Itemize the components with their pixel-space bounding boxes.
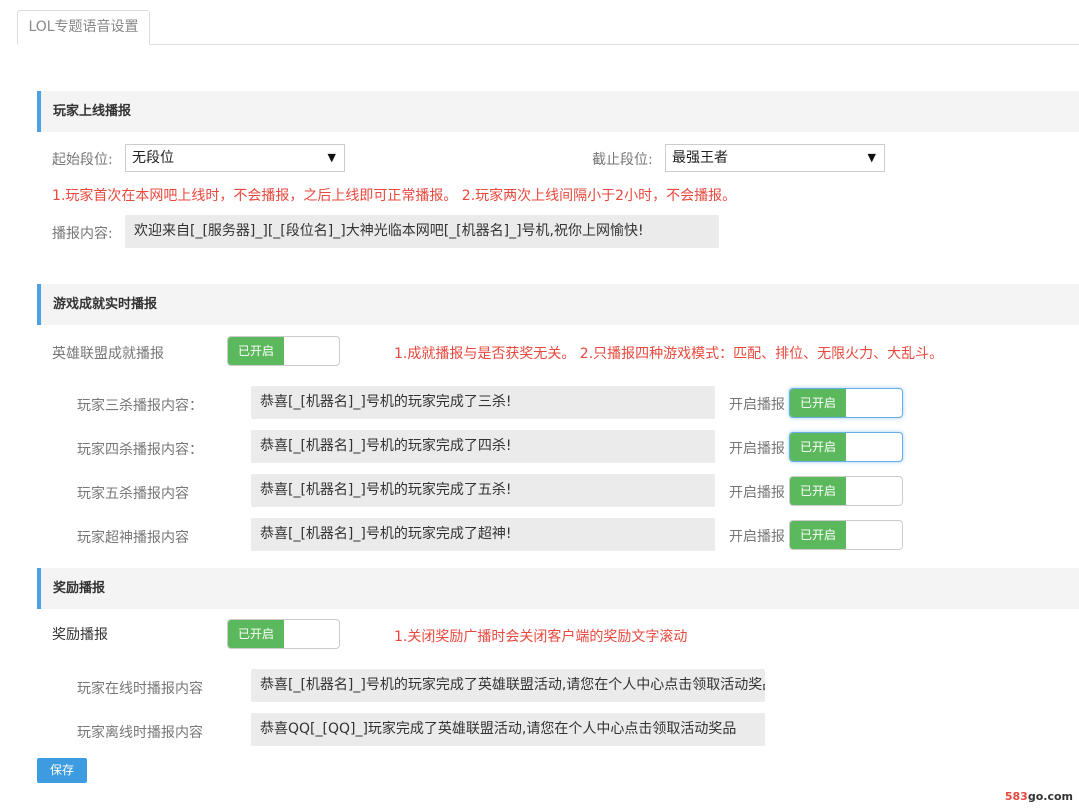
online-note: 1.玩家首次在本网吧上线时，不会播报，之后上线即可正常播报。 2.玩家两次上线间… [52, 188, 737, 204]
online-content-label: 播报内容: [52, 226, 113, 242]
online-content-field[interactable]: 欢迎来自[_[服务器]_][_[段位名]_]大神光临本网吧[_[机器名]_]号机… [125, 215, 719, 248]
toggle-on-label: 已开启 [790, 433, 846, 461]
legendary-content-field[interactable]: 恭喜[_[机器名]_]号机的玩家完成了超神! [251, 518, 715, 551]
legendary-enable-label: 开启播报 [729, 529, 785, 545]
quadra-kill-content-field[interactable]: 恭喜[_[机器名]_]号机的玩家完成了四杀! [251, 430, 715, 463]
achievement-main-toggle[interactable]: 已开启 [227, 336, 340, 366]
triple-kill-label: 玩家三杀播报内容： [77, 398, 203, 414]
penta-kill-enable-label: 开启播报 [729, 485, 785, 501]
watermark-prefix: 583 [1004, 790, 1028, 803]
section-online-broadcast-title: 玩家上线播报 [37, 91, 1079, 132]
quadra-kill-label: 玩家四杀播报内容： [77, 442, 203, 458]
save-button[interactable]: 保存 [37, 758, 87, 783]
toggle-on-label: 已开启 [228, 620, 284, 648]
reward-offline-label: 玩家离线时播报内容 [77, 725, 203, 741]
triple-kill-toggle[interactable]: 已开启 [789, 388, 903, 418]
watermark-suffix: go.com [1027, 790, 1073, 803]
triple-kill-content-field[interactable]: 恭喜[_[机器名]_]号机的玩家完成了三杀! [251, 386, 715, 419]
toggle-on-label: 已开启 [790, 389, 846, 417]
end-rank-label: 截止段位: [592, 152, 653, 168]
legendary-label: 玩家超神播报内容 [77, 530, 189, 546]
penta-kill-content-field[interactable]: 恭喜[_[机器名]_]号机的玩家完成了五杀! [251, 474, 715, 507]
toggle-on-label: 已开启 [790, 477, 846, 505]
reward-main-label: 奖励播报 [52, 627, 108, 643]
tab-bar-line [17, 44, 1079, 45]
achievement-main-label: 英雄联盟成就播报 [52, 346, 164, 362]
reward-online-content-field[interactable]: 恭喜[_[机器名]_]号机的玩家完成了英雄联盟活动,请您在个人中心点击领取活动奖… [251, 669, 765, 702]
section-achievement-title: 游戏成就实时播报 [37, 284, 1079, 325]
quadra-kill-enable-label: 开启播报 [729, 441, 785, 457]
watermark: 583go.com [1005, 790, 1073, 803]
tab-lol-voice-settings[interactable]: LOL专题语音设置 [17, 10, 150, 45]
dropdown-arrow-icon: ▼ [867, 151, 876, 164]
quadra-kill-toggle[interactable]: 已开启 [789, 432, 903, 462]
start-rank-label: 起始段位: [52, 152, 113, 168]
dropdown-arrow-icon: ▼ [327, 151, 336, 164]
reward-offline-content-field[interactable]: 恭喜QQ[_[QQ]_]玩家完成了英雄联盟活动,请您在个人中心点击领取活动奖品 [251, 713, 765, 746]
penta-kill-toggle[interactable]: 已开启 [789, 476, 903, 506]
legendary-toggle[interactable]: 已开启 [789, 520, 903, 550]
section-reward-title: 奖励播报 [37, 568, 1079, 609]
toggle-on-label: 已开启 [790, 521, 846, 549]
start-rank-select[interactable]: 无段位 ▼ [125, 144, 345, 172]
reward-main-toggle[interactable]: 已开启 [227, 619, 340, 649]
triple-kill-enable-label: 开启播报 [729, 397, 785, 413]
achievement-note: 1.成就播报与是否获奖无关。 2.只播报四种游戏模式：匹配、排位、无限火力、大乱… [394, 346, 944, 362]
toggle-on-label: 已开启 [228, 337, 284, 365]
penta-kill-label: 玩家五杀播报内容 [77, 486, 189, 502]
reward-note: 1.关闭奖励广播时会关闭客户端的奖励文字滚动 [394, 629, 688, 645]
start-rank-value: 无段位 [132, 150, 174, 166]
end-rank-value: 最强王者 [672, 150, 728, 166]
end-rank-select[interactable]: 最强王者 ▼ [665, 144, 885, 172]
reward-online-label: 玩家在线时播报内容 [77, 681, 203, 697]
